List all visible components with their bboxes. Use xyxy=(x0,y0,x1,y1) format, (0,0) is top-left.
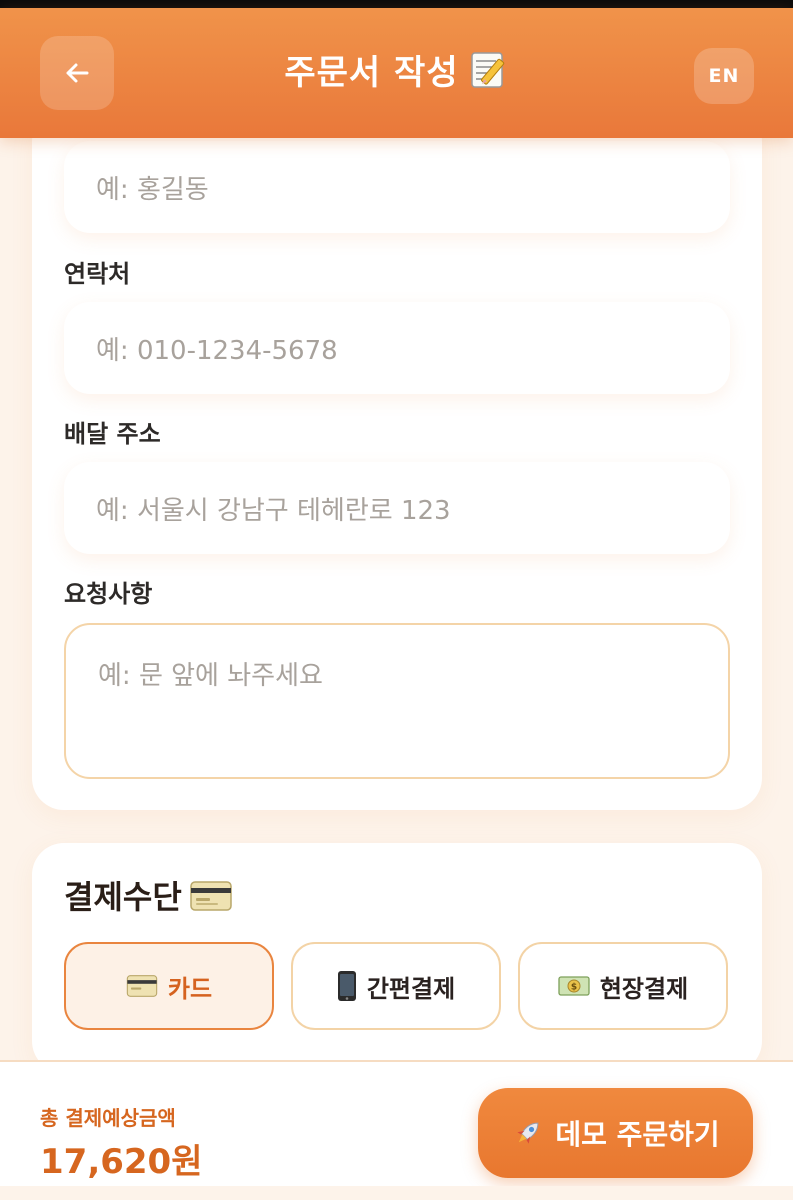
phone-input-placeholder: 예: 010-1234-5678 xyxy=(96,335,338,366)
payment-option-label: 카드 xyxy=(167,974,213,1003)
svg-text:$: $ xyxy=(571,983,577,993)
request-label: 요청사항 xyxy=(64,580,153,608)
address-input-placeholder: 예: 서울시 강남구 테헤란로 123 xyxy=(96,495,451,526)
phone-input[interactable]: 예: 010-1234-5678 xyxy=(64,302,730,394)
total-label: 총 결제예상금액 xyxy=(40,1106,176,1130)
status-bar xyxy=(0,0,793,8)
demo-order-button-label: 데모 주문하기 xyxy=(555,1118,720,1151)
request-textarea-placeholder: 예: 문 앞에 놔주세요 xyxy=(98,661,323,691)
credit-card-icon xyxy=(126,975,158,997)
payment-option-label: 간편결제 xyxy=(366,974,456,1003)
payment-option-label: 현장결제 xyxy=(599,974,689,1003)
phone-label: 연락처 xyxy=(64,260,131,288)
rocket-icon xyxy=(517,1122,539,1144)
request-textarea[interactable]: 예: 문 앞에 놔주세요 xyxy=(64,623,730,779)
demo-order-button[interactable]: 데모 주문하기 xyxy=(478,1088,753,1178)
total-amount: 17,620원 xyxy=(40,1142,203,1182)
payment-option-on-site[interactable]: $ 현장결제 xyxy=(518,942,728,1030)
credit-card-icon xyxy=(190,881,232,911)
payment-title-text: 결제수단 xyxy=(64,878,182,916)
page-title: 주문서 작성 xyxy=(0,48,793,98)
payment-option-card[interactable]: 카드 xyxy=(64,942,274,1030)
name-input[interactable]: 예: 홍길동 xyxy=(64,141,730,233)
mobile-phone-icon xyxy=(337,970,357,1002)
address-label: 배달 주소 xyxy=(64,420,161,448)
page-title-text: 주문서 작성 xyxy=(284,53,459,93)
order-summary-bar: 총 결제예상금액 17,620원 데모 주문하기 xyxy=(0,1060,793,1200)
money-icon: $ xyxy=(558,974,590,998)
language-toggle-button[interactable]: EN xyxy=(694,48,754,104)
name-input-placeholder: 예: 홍길동 xyxy=(96,174,209,205)
app-header: 주문서 작성 EN xyxy=(0,8,793,138)
memo-icon xyxy=(470,52,504,88)
payment-option-easy-pay[interactable]: 간편결제 xyxy=(291,942,501,1030)
payment-title: 결제수단 xyxy=(64,872,232,922)
bottom-edge xyxy=(0,1186,793,1200)
address-input[interactable]: 예: 서울시 강남구 테헤란로 123 xyxy=(64,462,730,554)
